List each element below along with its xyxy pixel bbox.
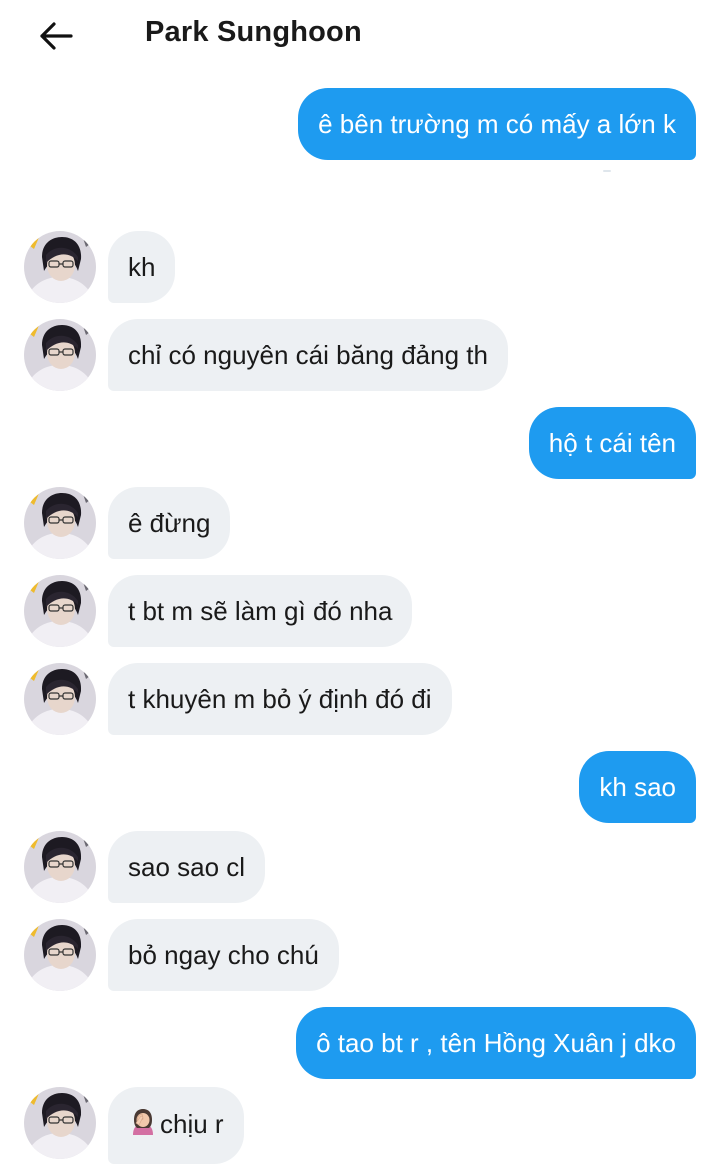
avatar[interactable]: [24, 831, 96, 903]
message-text: chịu r: [160, 1109, 224, 1139]
avatar[interactable]: [24, 319, 96, 391]
message-bubble: bỏ ngay cho chú: [108, 919, 339, 991]
avatar[interactable]: [24, 1087, 96, 1159]
chat-header: Park Sunghoon: [0, 0, 720, 72]
message-bubble: sao sao cl: [108, 831, 266, 903]
incoming-message[interactable]: sao sao cl: [108, 831, 266, 903]
message-bubble: t bt m sẽ làm gì đó nha: [108, 575, 413, 647]
woman-facepalming-icon: [128, 1107, 158, 1144]
message-bubble: ê đừng: [108, 487, 231, 559]
back-button[interactable]: [34, 14, 78, 58]
message-bubble: kh: [108, 231, 176, 303]
outgoing-message[interactable]: hộ t cái tên: [528, 407, 696, 479]
incoming-message[interactable]: chịu r: [108, 1087, 244, 1164]
outgoing-message[interactable]: ê bên trường m có mấy a lớn k: [298, 88, 696, 160]
incoming-message[interactable]: chỉ có nguyên cái băng đảng th: [108, 319, 508, 391]
message-bubble: chỉ có nguyên cái băng đảng th: [108, 319, 508, 391]
contact-name: Park Sunghoon: [145, 16, 362, 48]
arrow-left-icon: [40, 22, 73, 50]
message-bubble: chịu r: [108, 1087, 244, 1164]
outgoing-message[interactable]: kh sao: [579, 751, 696, 823]
incoming-message[interactable]: kh: [108, 231, 176, 303]
message-bubble: ô tao bt r , tên Hồng Xuân j dko: [296, 1007, 696, 1079]
incoming-message[interactable]: t khuyên m bỏ ý định đó đi: [108, 663, 452, 735]
outgoing-message[interactable]: ô tao bt r , tên Hồng Xuân j dko: [296, 1007, 696, 1079]
avatar[interactable]: [24, 487, 96, 559]
message-bubble: t khuyên m bỏ ý định đó đi: [108, 663, 452, 735]
message-bubble: ê bên trường m có mấy a lớn k: [298, 88, 696, 160]
message-bubble: hộ t cái tên: [528, 407, 696, 479]
incoming-message[interactable]: t bt m sẽ làm gì đó nha: [108, 575, 413, 647]
avatar[interactable]: [24, 919, 96, 991]
incoming-message[interactable]: bỏ ngay cho chú: [108, 919, 339, 991]
avatar[interactable]: [24, 575, 96, 647]
incoming-message[interactable]: ê đừng: [108, 487, 231, 559]
avatar[interactable]: [24, 231, 96, 303]
avatar[interactable]: [24, 663, 96, 735]
message-bubble: kh sao: [579, 751, 696, 823]
seen-indicator: [603, 170, 611, 172]
